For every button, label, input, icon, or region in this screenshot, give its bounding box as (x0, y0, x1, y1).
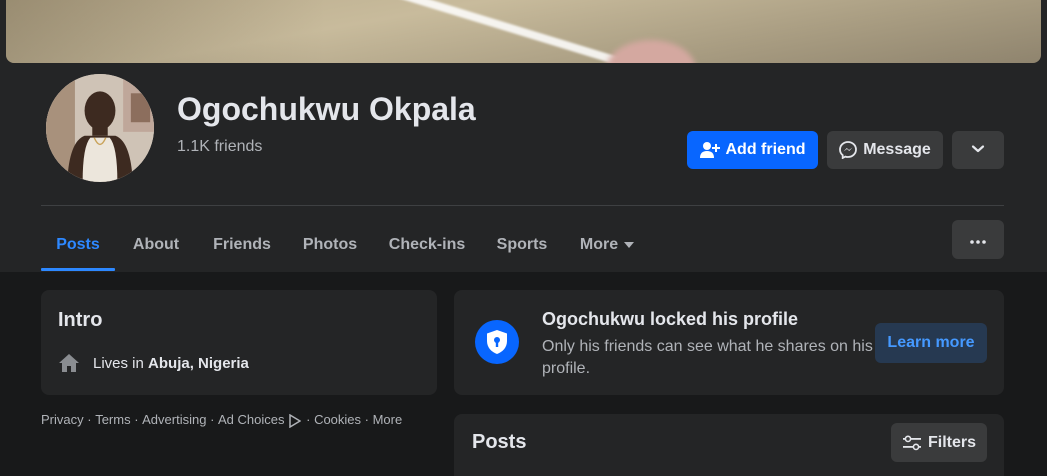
add-friend-label: Add friend (725, 141, 806, 158)
add-friend-button[interactable]: Add friend (687, 131, 818, 169)
locked-profile-description: Only his friends can see what he shares … (542, 338, 873, 377)
intro-lives-in: Lives in Abuja, Nigeria (58, 352, 249, 374)
caret-down-icon (624, 241, 635, 248)
profile-avatar[interactable] (44, 72, 156, 184)
ellipsis-icon (970, 231, 986, 249)
intro-card: Intro Lives in Abuja, Nigeria (41, 290, 437, 395)
person-plus-icon (699, 141, 720, 159)
posts-title: Posts (472, 431, 527, 453)
cover-blob (606, 40, 696, 63)
tab-about-label: About (132, 235, 180, 253)
profile-options-dropdown[interactable] (952, 131, 1004, 169)
tab-check-ins-label: Check-ins (388, 235, 466, 253)
ad-choices-icon (288, 414, 301, 428)
tab-photos-label: Photos (302, 235, 358, 253)
terms-link[interactable]: Terms (95, 412, 130, 427)
tab-posts-label: Posts (56, 235, 100, 253)
footer-separator: · (361, 411, 373, 427)
learn-more-button[interactable]: Learn more (875, 323, 987, 363)
cover-shade (6, 0, 326, 63)
location-link[interactable]: Abuja, Nigeria (148, 355, 249, 372)
tab-more[interactable]: More (569, 220, 645, 269)
footer-separator: · (83, 411, 96, 427)
footer-separator: · (206, 411, 219, 427)
locked-profile-title: Ogochukwu locked his profile (542, 309, 799, 329)
ad-choices-link[interactable]: Ad Choices (218, 412, 284, 427)
friends-count[interactable]: 1.1K friends (177, 138, 262, 156)
profile-name: Ogochukwu Okpala (177, 91, 476, 127)
tab-sports[interactable]: Sports (485, 220, 559, 269)
tab-sports-label: Sports (496, 235, 548, 253)
footer-links: Privacy · Terms · Advertising · Ad Choic… (41, 410, 402, 428)
tab-more-label: More (579, 235, 619, 253)
intro-title: Intro (58, 309, 103, 331)
cookies-link[interactable]: Cookies (314, 412, 361, 427)
home-icon (58, 352, 80, 374)
learn-more-label: Learn more (887, 334, 975, 351)
more-options-button[interactable] (952, 220, 1004, 259)
cover-photo[interactable] (6, 0, 1041, 63)
header-divider (41, 205, 1004, 206)
privacy-link[interactable]: Privacy (41, 412, 84, 427)
footer-separator: · (130, 411, 143, 427)
chevron-down-icon (971, 141, 985, 159)
tab-posts[interactable]: Posts (41, 220, 115, 269)
avatar-image (46, 74, 154, 182)
footer-separator: · (302, 411, 315, 427)
filters-button[interactable]: Filters (891, 423, 987, 462)
tab-photos[interactable]: Photos (291, 220, 369, 269)
messenger-icon (839, 141, 858, 159)
message-button[interactable]: Message (827, 131, 943, 169)
message-label: Message (863, 141, 931, 158)
filters-label: Filters (927, 433, 976, 451)
lives-in-prefix: Lives in (93, 354, 149, 372)
tab-about[interactable]: About (119, 220, 193, 269)
tab-friends-label: Friends (213, 235, 271, 253)
active-tab-indicator (41, 268, 115, 271)
tab-friends[interactable]: Friends (201, 220, 283, 269)
shield-lock-icon (475, 320, 519, 364)
advertising-link[interactable]: Advertising (142, 412, 206, 427)
sliders-icon (902, 435, 922, 451)
tab-check-ins[interactable]: Check-ins (377, 220, 477, 269)
more-link[interactable]: More (373, 412, 403, 427)
